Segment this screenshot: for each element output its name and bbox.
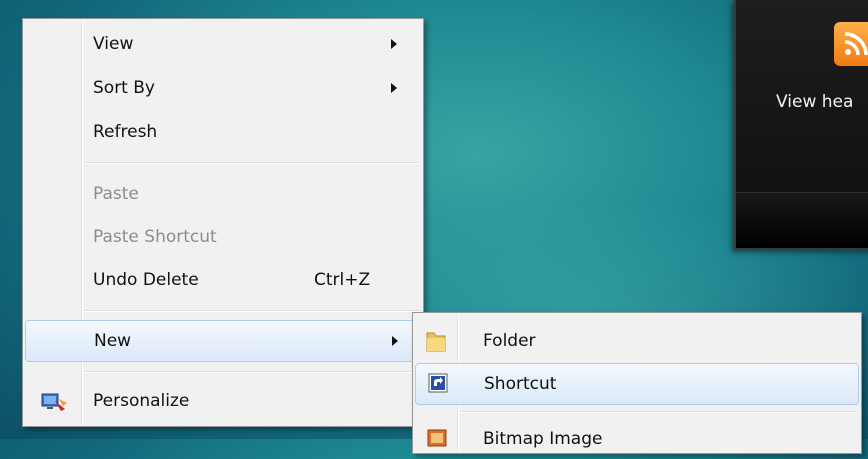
bitmap-image-icon — [427, 428, 447, 452]
personalize-icon — [41, 391, 69, 417]
submenu-item-shortcut[interactable]: Shortcut — [415, 363, 859, 405]
menu-item-view[interactable]: View — [25, 24, 421, 64]
menu-separator — [85, 371, 419, 373]
menu-item-paste-shortcut[interactable]: Paste Shortcut — [25, 217, 421, 257]
menu-separator — [85, 162, 419, 164]
new-submenu: Folder Shortcut Bitmap Image — [412, 312, 862, 454]
submenu-item-folder[interactable]: Folder — [415, 321, 859, 361]
menu-item-sort-by[interactable]: Sort By — [25, 68, 421, 108]
menu-item-label: Bitmap Image — [483, 429, 603, 449]
submenu-arrow-icon — [391, 39, 397, 49]
feed-headlines-gadget[interactable]: View hea — [734, 0, 868, 250]
gadget-footer — [736, 192, 868, 248]
view-headlines-link[interactable]: View hea — [776, 92, 853, 112]
submenu-arrow-icon — [391, 83, 397, 93]
submenu-item-bitmap-image[interactable]: Bitmap Image — [415, 419, 859, 459]
menu-item-label: Paste — [93, 184, 139, 204]
keyboard-shortcut: Ctrl+Z — [314, 270, 371, 290]
menu-item-label: Undo Delete — [93, 270, 199, 290]
menu-item-undo-delete[interactable]: Undo Delete Ctrl+Z — [25, 260, 421, 300]
desktop-context-menu: View Sort By Refresh Paste Paste Shortcu… — [22, 18, 424, 427]
shortcut-icon — [428, 373, 448, 397]
menu-item-label: View — [93, 34, 134, 54]
folder-icon — [425, 329, 447, 357]
menu-item-label: Folder — [483, 331, 536, 351]
menu-item-label: Refresh — [93, 122, 158, 142]
rss-feed-icon — [834, 22, 868, 66]
menu-separator — [85, 310, 419, 312]
submenu-arrow-icon — [392, 336, 398, 346]
menu-separator — [461, 411, 857, 413]
menu-item-label: Sort By — [93, 78, 155, 98]
menu-item-new[interactable]: New — [25, 320, 421, 362]
menu-item-paste[interactable]: Paste — [25, 174, 421, 214]
menu-item-label: Paste Shortcut — [93, 227, 217, 247]
menu-item-label: New — [94, 331, 132, 351]
menu-item-label: Shortcut — [484, 374, 557, 394]
menu-item-personalize[interactable]: Personalize — [25, 381, 421, 421]
menu-item-label: Personalize — [93, 391, 190, 411]
menu-item-refresh[interactable]: Refresh — [25, 112, 421, 152]
